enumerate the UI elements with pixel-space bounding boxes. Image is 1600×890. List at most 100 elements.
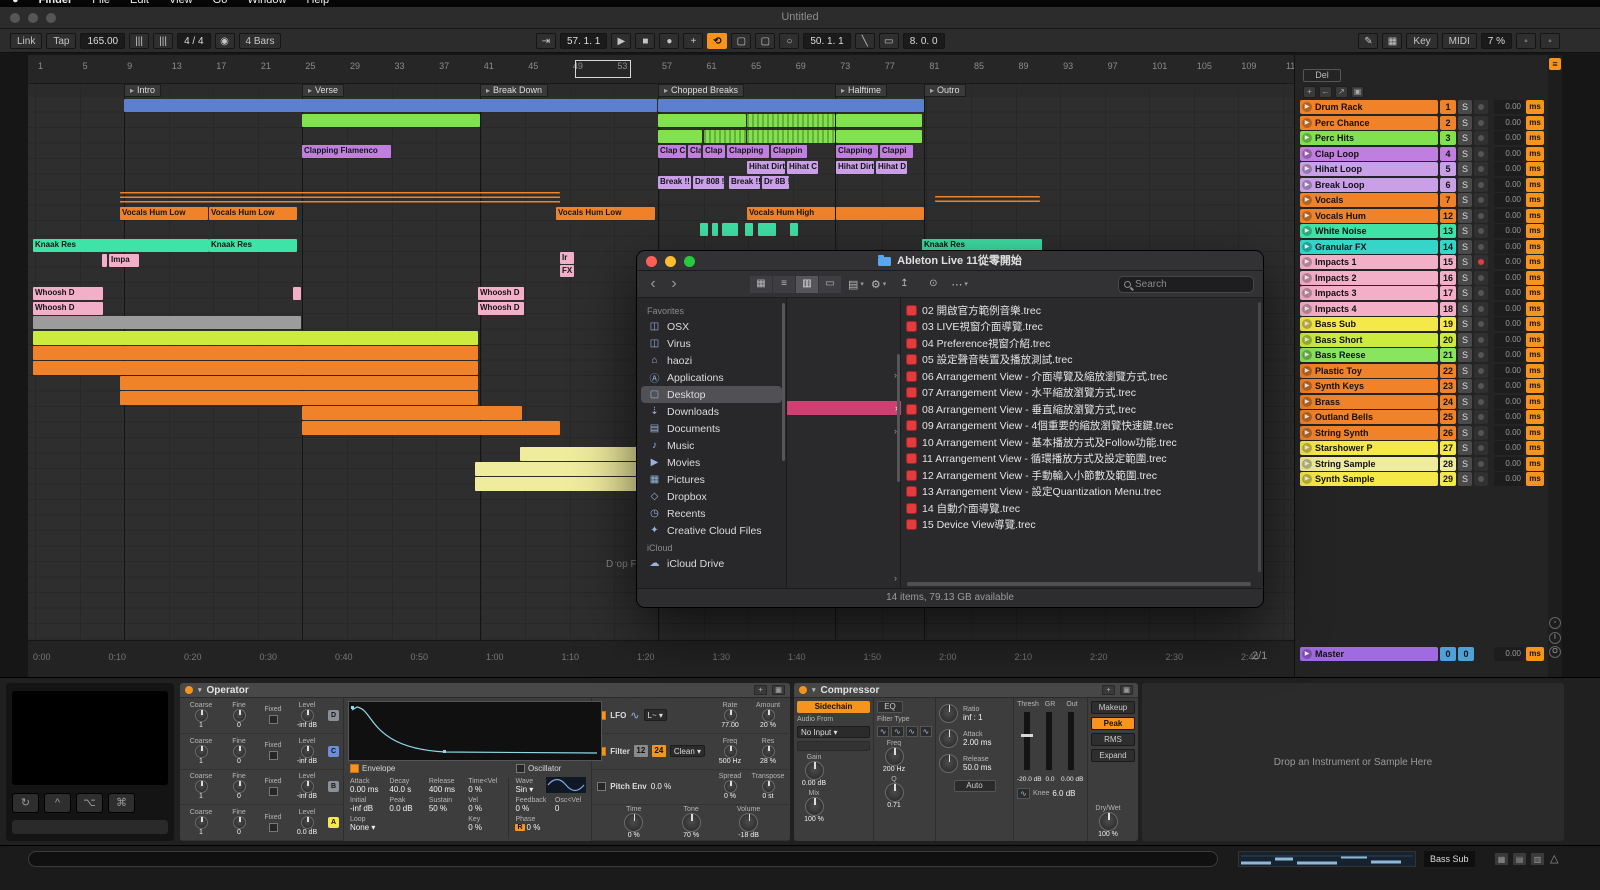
envelope-param[interactable]: LoopNone ▾ — [350, 816, 382, 832]
pitch-spread-knob[interactable] — [724, 780, 737, 793]
arm-button[interactable] — [1474, 472, 1488, 486]
comp-param-attack[interactable]: Attack2.00 ms — [939, 729, 1010, 748]
track-title[interactable]: ▶Perc Hits — [1300, 131, 1438, 145]
tap-tempo-button[interactable]: Tap — [46, 33, 76, 49]
clip[interactable] — [712, 223, 718, 236]
monitor-toggle-icon[interactable]: ◦ — [1549, 617, 1561, 629]
clip[interactable]: Whoosh D — [478, 302, 524, 315]
locator-flag[interactable]: Intro — [124, 84, 161, 97]
solo-button[interactable]: S — [1458, 410, 1472, 424]
arrangement-position-value[interactable]: 57. 1. 1 — [560, 33, 607, 49]
track-delay[interactable]: 0.00 — [1494, 271, 1524, 285]
track-delay[interactable]: 0.00 — [1494, 333, 1524, 347]
sidechain-tab[interactable]: Sidechain — [797, 701, 870, 713]
track-row[interactable]: ▶String Synth26S0.00ms — [1300, 426, 1544, 440]
clip[interactable] — [747, 130, 835, 143]
track-title[interactable]: ▶Brass — [1300, 395, 1438, 409]
nudge-up-icon[interactable]: ||| — [153, 33, 173, 49]
clip[interactable]: Dr 8B ! — [762, 176, 789, 189]
clip[interactable] — [836, 114, 922, 127]
clip[interactable] — [33, 331, 478, 345]
arm-button[interactable] — [1474, 162, 1488, 176]
clip[interactable] — [124, 99, 657, 112]
envelope-param[interactable]: Time<Vel0 % — [468, 778, 500, 794]
sidebar-item-virus[interactable]: ◫Virus — [641, 335, 782, 352]
osc-c-tab[interactable]: C — [328, 746, 339, 757]
file-row[interactable]: 14 自動介面導覽.trec — [906, 500, 1255, 516]
list-view-icon[interactable]: ▤ — [1512, 852, 1527, 866]
action-menu[interactable]: ⚙▾ — [871, 278, 886, 291]
master-title[interactable]: ▶ Master — [1300, 647, 1438, 661]
track-row[interactable]: ▶Synth Keys23S0.00ms — [1300, 379, 1544, 393]
filter-res-knob[interactable] — [762, 745, 775, 758]
track-delay[interactable]: 0.00 — [1494, 240, 1524, 254]
arm-button[interactable] — [1474, 178, 1488, 192]
track-title[interactable]: ▶Impacts 3 — [1300, 286, 1438, 300]
arm-button[interactable] — [1474, 116, 1488, 130]
forward-button[interactable]: › — [667, 274, 681, 294]
file-row[interactable]: 13 Arrangement View - 設定Quantization Men… — [906, 484, 1255, 500]
clip[interactable]: Clap Cla — [658, 145, 686, 158]
global-volume-knob[interactable] — [739, 813, 758, 832]
clip[interactable]: Whoosh D — [33, 302, 103, 315]
fine-knob[interactable] — [233, 816, 246, 829]
link-button[interactable]: Link — [10, 33, 42, 49]
arm-button[interactable] — [1474, 271, 1488, 285]
clip[interactable]: Hihat D — [876, 161, 907, 174]
arm-button[interactable] — [1474, 240, 1488, 254]
track-row[interactable]: ▶Impacts 418S0.00ms — [1300, 302, 1544, 316]
arm-button[interactable] — [1474, 286, 1488, 300]
sample-waveform-preview[interactable] — [1238, 851, 1416, 867]
track-title[interactable]: ▶String Sample — [1300, 457, 1438, 471]
panel-view-icon[interactable]: ▥ — [1530, 852, 1545, 866]
solo-button[interactable]: S — [1458, 131, 1472, 145]
track-title[interactable]: ▶Granular FX — [1300, 240, 1438, 254]
track-title[interactable]: ▶Impacts 4 — [1300, 302, 1438, 316]
solo-button[interactable]: S — [1458, 348, 1472, 362]
envelope-display[interactable] — [348, 701, 602, 761]
draw-mode-icon[interactable]: ✎ — [1358, 33, 1378, 49]
more-menu[interactable]: ⋯▾ — [951, 278, 968, 291]
file-row[interactable]: 02 開啟官方範例音樂.trec — [906, 302, 1255, 318]
fixed-checkbox[interactable] — [269, 787, 278, 796]
solo-button[interactable]: S — [1458, 240, 1472, 254]
clip[interactable] — [935, 196, 1040, 202]
output-toggle-icon[interactable]: O — [1549, 646, 1561, 658]
comp-mix-knob[interactable] — [805, 797, 824, 816]
rms-button[interactable]: RMS — [1091, 733, 1135, 746]
oscillator-param[interactable]: Osc<Vel0 — [555, 797, 587, 813]
locator-flag[interactable]: Halftime — [835, 84, 887, 97]
fixed-toggle[interactable]: Fixed — [260, 742, 286, 760]
clip[interactable]: Hihat Dirt — [836, 161, 874, 174]
arm-button[interactable] — [1474, 364, 1488, 378]
file-row[interactable]: 08 Arrangement View - 垂直縮放瀏覽方式.trec — [906, 401, 1255, 417]
fixed-toggle[interactable]: Fixed — [260, 706, 286, 724]
close-icon[interactable] — [646, 256, 657, 267]
clip[interactable] — [658, 99, 924, 112]
track-row[interactable]: ▶Impacts 216S0.00ms — [1300, 271, 1544, 285]
loop-hint-icon[interactable]: ↻ — [12, 793, 39, 813]
solo-button[interactable]: S — [1458, 100, 1472, 114]
dry-wet[interactable]: Dry/Wet100 % — [1091, 805, 1125, 838]
threshold-handle[interactable] — [1021, 734, 1033, 737]
clip[interactable] — [704, 130, 746, 143]
option-key-icon[interactable]: ⌥ — [76, 793, 103, 813]
filter-shape-icon[interactable]: ∿ — [891, 726, 903, 737]
osc-a-tab[interactable]: A — [328, 817, 339, 828]
track-delay[interactable]: 0.00 — [1494, 302, 1524, 316]
lfo-amount-knob[interactable] — [762, 709, 775, 722]
coarse-knob[interactable] — [195, 745, 208, 758]
operator-power-toggle[interactable] — [185, 686, 193, 694]
level[interactable]: Level-inf dB — [290, 773, 324, 800]
track-delay[interactable]: 0.00 — [1494, 286, 1524, 300]
track-title[interactable]: ▶Clap Loop — [1300, 147, 1438, 161]
coarse-knob[interactable] — [195, 709, 208, 722]
track-delay[interactable]: 0.00 — [1494, 131, 1524, 145]
loop-start-value[interactable]: 50. 1. 1 — [803, 33, 850, 49]
sidebar-item-downloads[interactable]: ⇣Downloads — [641, 403, 782, 420]
oscillator-param[interactable]: WaveSin ▾ — [515, 778, 547, 794]
track-row[interactable]: ▶Granular FX14S0.00ms — [1300, 240, 1544, 254]
play-button[interactable]: ▶ — [611, 33, 631, 49]
locator-flag[interactable]: Verse — [302, 84, 344, 97]
clip[interactable]: Whoosh D — [33, 287, 103, 300]
